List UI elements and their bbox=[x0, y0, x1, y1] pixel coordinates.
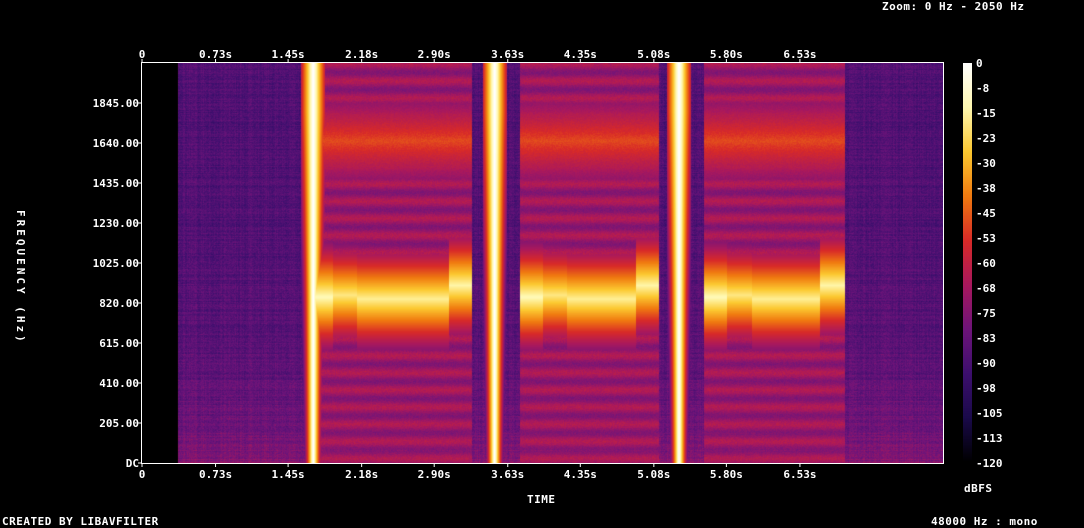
colorbar-tick-label: -120 bbox=[976, 457, 1003, 470]
colorbar-tick-label: -23 bbox=[976, 132, 996, 145]
plot-frame bbox=[141, 62, 944, 464]
x-tick-label-top: 3.63s bbox=[491, 48, 524, 61]
axes-overlay: 0 0 0.73s 0.73s 1.45s 1.45s 2.18s 2.18s 2.90s 2.9… bbox=[93, 48, 1003, 481]
sample-rate-text: 48000 Hz : mono bbox=[931, 515, 1038, 528]
x-tick-label-top: 5.80s bbox=[710, 48, 743, 61]
x-tick-label-bottom: 5.80s bbox=[710, 468, 743, 481]
x-tick-label-bottom: 3.63s bbox=[491, 468, 524, 481]
colorbar-tick-label: -75 bbox=[976, 307, 996, 320]
y-tick-label: 1845.00 bbox=[93, 97, 139, 110]
x-tick-label-top: 0.73s bbox=[199, 48, 232, 61]
x-tick-label-bottom: 0 bbox=[139, 468, 146, 481]
x-tick-label-bottom: 2.90s bbox=[418, 468, 451, 481]
colorbar-unit-label: dBFS bbox=[964, 482, 993, 495]
y-tick-label: DC bbox=[126, 457, 139, 470]
colorbar-tick-label: -53 bbox=[976, 232, 996, 245]
y-tick-label: 410.00 bbox=[99, 377, 139, 390]
x-tick-label-top: 0 bbox=[139, 48, 146, 61]
colorbar-tick-label: -8 bbox=[976, 82, 989, 95]
colorbar-tick-label: -30 bbox=[976, 157, 996, 170]
x-tick-label-top: 2.90s bbox=[418, 48, 451, 61]
x-tick-label-bottom: 1.45s bbox=[272, 468, 305, 481]
colorbar-tick-label: -15 bbox=[976, 107, 996, 120]
y-tick-label: 1435.00 bbox=[93, 177, 139, 190]
x-tick-label-top: 4.35s bbox=[564, 48, 597, 61]
x-tick-label-top: 1.45s bbox=[272, 48, 305, 61]
y-tick-label: 820.00 bbox=[99, 297, 139, 310]
colorbar-tick-label: -68 bbox=[976, 282, 996, 295]
x-tick-label-bottom: 2.18s bbox=[345, 468, 378, 481]
x-tick-label-top: 2.18s bbox=[345, 48, 378, 61]
colorbar-tick-label: -60 bbox=[976, 257, 996, 270]
x-tick-label-bottom: 4.35s bbox=[564, 468, 597, 481]
y-tick-label: 1025.00 bbox=[93, 257, 139, 270]
colorbar-tick-label: -105 bbox=[976, 407, 1003, 420]
y-tick-label: 1230.00 bbox=[93, 217, 139, 230]
x-tick-label-bottom: 5.08s bbox=[637, 468, 670, 481]
x-tick-label-bottom: 0.73s bbox=[199, 468, 232, 481]
y-axis-label: FREQUENCY (Hz) bbox=[14, 210, 27, 345]
colorbar-tick-label: -45 bbox=[976, 207, 996, 220]
colorbar-tick-label: -90 bbox=[976, 357, 996, 370]
colorbar-tick-label: -83 bbox=[976, 332, 996, 345]
colorbar-tick-label: -38 bbox=[976, 182, 996, 195]
y-tick-label: 205.00 bbox=[99, 417, 139, 430]
colorbar-tick-label: -98 bbox=[976, 382, 996, 395]
colorbar-tick-label: -113 bbox=[976, 432, 1003, 445]
x-axis-label: TIME bbox=[527, 493, 556, 506]
x-tick-label-top: 6.53s bbox=[783, 48, 816, 61]
x-tick-label-bottom: 6.53s bbox=[783, 468, 816, 481]
y-tick-label: 615.00 bbox=[99, 337, 139, 350]
credit-text: CREATED BY LIBAVFILTER bbox=[2, 515, 159, 528]
colorbar-tick-label: 0 bbox=[976, 57, 983, 70]
y-tick-label: 1640.00 bbox=[93, 137, 139, 150]
x-tick-label-top: 5.08s bbox=[637, 48, 670, 61]
